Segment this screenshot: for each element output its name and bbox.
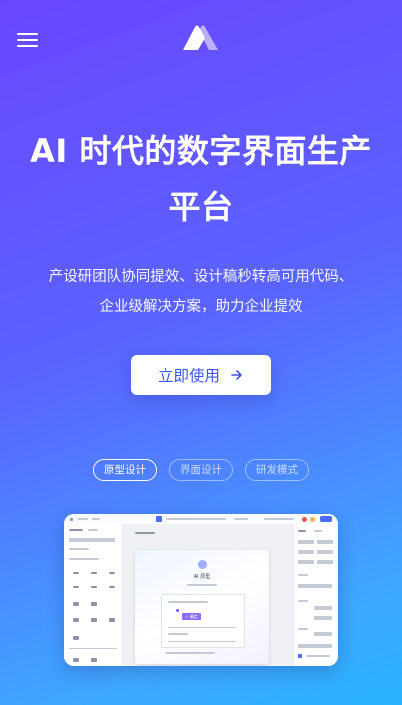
preview-canvas: AI 原型 ✓ 确定 [123,524,293,666]
menu-button[interactable] [17,33,38,47]
tab-ui-design[interactable]: 界面设计 [169,459,233,481]
product-preview-screenshot: AI 原型 ✓ 确定 [64,514,338,666]
preview-frame-title: AI 原型 [193,574,211,580]
tab-prototype-design[interactable]: 原型设计 [93,459,157,481]
hero-subtitle: 产设研团队协同提效、设计稿秒转高可用代码、企业级解决方案，助力企业提效 [48,269,354,315]
cta-label: 立即使用 [157,367,220,385]
start-using-button[interactable]: 立即使用 [131,355,271,395]
hero-title: AI 时代的数字界面生产平台 [30,132,372,226]
preview-confirm-button: ✓ 确定 [182,613,201,620]
arrow-right-icon [231,370,242,380]
brand-logo-icon[interactable] [181,24,221,52]
preview-left-panel [64,524,123,666]
preview-artboard: AI 原型 ✓ 确定 [135,550,269,664]
feature-tabs: 原型设计 界面设计 研发模式 [0,459,402,481]
preview-properties-panel [293,524,338,666]
tab-dev-mode[interactable]: 研发模式 [245,459,309,481]
hamburger-menu-icon [17,33,38,35]
